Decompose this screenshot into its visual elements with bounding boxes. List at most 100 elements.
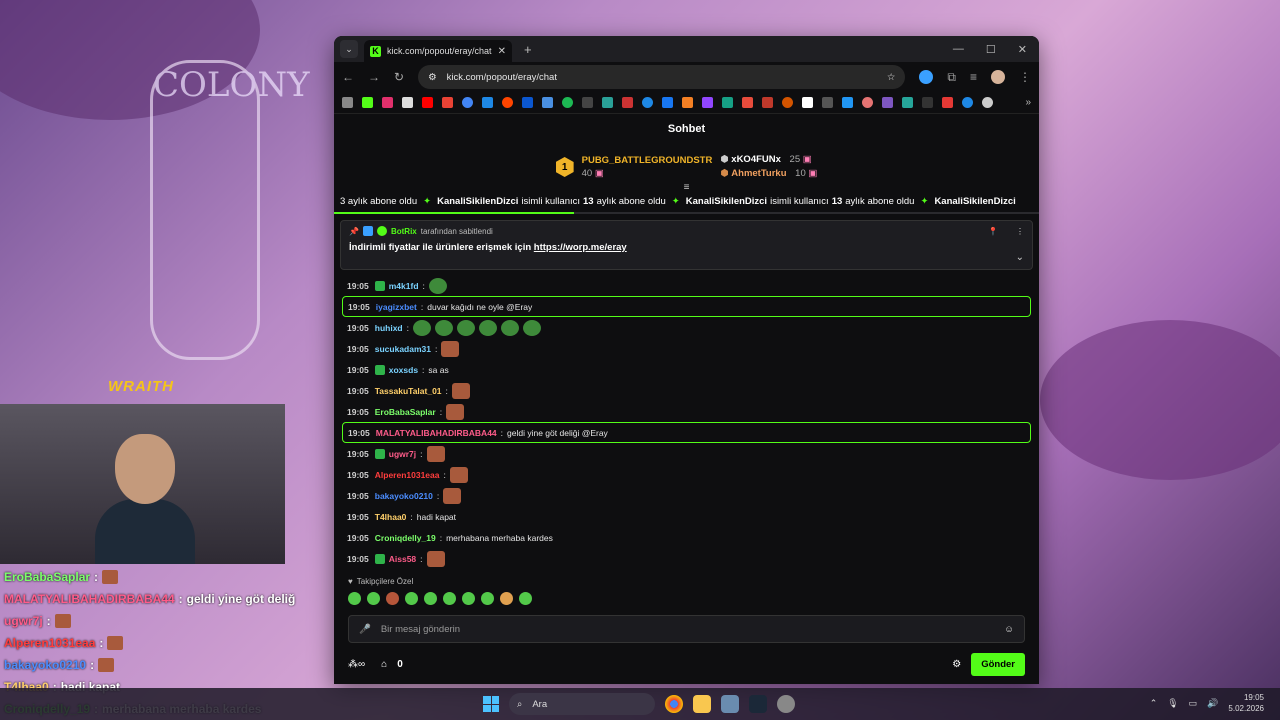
message-username[interactable]: Croniqdelly_19 xyxy=(375,533,436,543)
microphone-tray-icon[interactable]: 🎙 xyxy=(1167,698,1178,709)
app-icon[interactable] xyxy=(721,695,739,713)
leaderboard-second[interactable]: ⬢ xKO4FUNx 25 ▣ xyxy=(720,153,817,167)
emote-icon[interactable] xyxy=(443,592,456,605)
reload-icon[interactable]: ↻ xyxy=(394,70,404,84)
pinned-link[interactable]: https://worp.me/eray xyxy=(534,242,627,253)
bookmark-site-icon[interactable] xyxy=(962,97,973,108)
chat-input[interactable]: 🎤 Bir mesaj gönderin ☺ xyxy=(348,615,1025,643)
bookmark-spotify-icon[interactable] xyxy=(562,97,573,108)
address-bar[interactable]: ⚙ kick.com/popout/eray/chat ☆ xyxy=(418,65,906,89)
bookmark-site-icon[interactable] xyxy=(742,97,753,108)
emote-icon[interactable] xyxy=(519,592,532,605)
bookmark-site-icon[interactable] xyxy=(882,97,893,108)
bookmark-site-icon[interactable] xyxy=(482,97,493,108)
volume-icon[interactable]: 🔊 xyxy=(1207,698,1218,709)
app-icon[interactable] xyxy=(777,695,795,713)
pinned-by-user[interactable]: BotRix xyxy=(391,227,417,236)
bookmark-gmail-icon[interactable] xyxy=(442,97,453,108)
pinned-menu-icon[interactable]: ⋮ xyxy=(1016,227,1024,236)
bookmark-youtube-icon[interactable] xyxy=(422,97,433,108)
emote-icon[interactable] xyxy=(348,592,361,605)
bookmark-site-icon[interactable] xyxy=(762,97,773,108)
ticker-username[interactable]: KanaliSikilenDizci xyxy=(686,196,767,207)
emote-icon[interactable] xyxy=(405,592,418,605)
tray-chevron-icon[interactable]: ⌃ xyxy=(1150,698,1158,709)
emote-icon[interactable] xyxy=(386,592,399,605)
message-username[interactable]: Aiss58 xyxy=(389,554,416,564)
maximize-icon[interactable]: ☐ xyxy=(986,43,996,56)
emoji-picker-icon[interactable]: ☺ xyxy=(1004,624,1014,635)
reading-list-icon[interactable]: ≡ xyxy=(970,70,977,84)
message-username[interactable]: EroBabaSaplar xyxy=(375,407,436,417)
bookmark-site-icon[interactable] xyxy=(582,97,593,108)
new-tab-button[interactable]: + xyxy=(524,42,532,57)
close-window-icon[interactable]: ✕ xyxy=(1018,43,1027,56)
bookmark-site-icon[interactable] xyxy=(782,97,793,108)
profile-avatar[interactable] xyxy=(991,70,1005,84)
bookmark-site-icon[interactable] xyxy=(682,97,693,108)
bookmark-site-icon[interactable] xyxy=(622,97,633,108)
message-username[interactable]: bakayoko0210 xyxy=(375,491,433,501)
network-icon[interactable]: ▭ xyxy=(1189,698,1198,709)
bookmark-star-icon[interactable]: ☆ xyxy=(887,72,896,83)
emote-icon[interactable] xyxy=(367,592,380,605)
more-bookmarks-icon[interactable]: » xyxy=(1025,97,1031,108)
bookmark-translate-icon[interactable] xyxy=(542,97,553,108)
taskbar-search[interactable]: ⌕ Ara xyxy=(509,693,655,715)
bookmark-site-icon[interactable] xyxy=(862,97,873,108)
message-username[interactable]: huhixd xyxy=(375,323,403,333)
minimize-icon[interactable]: — xyxy=(953,43,964,56)
bookmark-kick-icon[interactable] xyxy=(362,97,373,108)
bookmark-google-icon[interactable] xyxy=(462,97,473,108)
emote-icon[interactable] xyxy=(500,592,513,605)
bookmark-instagram-icon[interactable] xyxy=(382,97,393,108)
bookmark-site-icon[interactable] xyxy=(982,97,993,108)
ticker-username[interactable]: KanaliSikilenDizci xyxy=(437,196,518,207)
message-username[interactable]: iyagizxbet xyxy=(376,302,417,312)
message-username[interactable]: Alperen1031eaa xyxy=(375,470,440,480)
message-username[interactable]: TassakuTalat_01 xyxy=(375,386,442,396)
forward-icon[interactable]: → xyxy=(368,70,380,84)
start-windows-icon[interactable] xyxy=(483,696,499,712)
bookmark-facebook-icon[interactable] xyxy=(662,97,673,108)
bookmark-site-icon[interactable] xyxy=(602,97,613,108)
close-tab-icon[interactable]: ✕ xyxy=(498,46,506,57)
ticker-username[interactable]: KanaliSikilenDizci xyxy=(934,196,1015,207)
message-username[interactable]: m4k1fd xyxy=(389,281,419,291)
emote-icon[interactable] xyxy=(481,592,494,605)
steam-icon[interactable] xyxy=(749,695,767,713)
send-button[interactable]: Gönder xyxy=(971,653,1025,676)
bookmark-site-icon[interactable] xyxy=(642,97,653,108)
message-username[interactable]: sucukadam31 xyxy=(375,344,431,354)
microphone-icon[interactable]: 🎤 xyxy=(359,624,371,635)
file-explorer-icon[interactable] xyxy=(693,695,711,713)
bookmark-site-icon[interactable] xyxy=(722,97,733,108)
tab-search-button[interactable]: ⌄ xyxy=(340,40,358,58)
message-username[interactable]: ugwr7j xyxy=(389,449,416,459)
bookmark-site-icon[interactable] xyxy=(922,97,933,108)
chrome-icon[interactable] xyxy=(665,695,683,713)
bookmark-site-icon[interactable] xyxy=(902,97,913,108)
settings-gear-icon[interactable]: ⚙ xyxy=(952,659,961,670)
store-icon[interactable]: ⌂ xyxy=(381,659,387,670)
message-username[interactable]: T4lhaa0 xyxy=(375,512,407,522)
bookmark-site-icon[interactable] xyxy=(822,97,833,108)
bookmark-site-icon[interactable] xyxy=(522,97,533,108)
bookmark-x-icon[interactable] xyxy=(402,97,413,108)
bookmark-reddit-icon[interactable] xyxy=(502,97,513,108)
bookmark-site-icon[interactable] xyxy=(942,97,953,108)
channel-points-icon[interactable]: ⁂∞ xyxy=(348,659,365,670)
unpin-icon[interactable]: 📍 xyxy=(988,227,998,236)
apps-grid-icon[interactable] xyxy=(342,97,353,108)
expand-pinned-icon[interactable]: ⌄ xyxy=(1016,252,1024,263)
message-username[interactable]: MALATYALIBAHADIRBABA44 xyxy=(376,428,497,438)
clock[interactable]: 19:05 5.02.2026 xyxy=(1228,692,1264,714)
back-icon[interactable]: ← xyxy=(342,70,354,84)
bookmark-site-icon[interactable] xyxy=(802,97,813,108)
message-username[interactable]: xoxsds xyxy=(389,365,418,375)
emote-icon[interactable] xyxy=(424,592,437,605)
leaderboard-first[interactable]: PUBG_BATTLEGROUNDSTR 40 ▣ xyxy=(582,154,713,180)
extensions-puzzle-icon[interactable]: ⧉ xyxy=(947,70,956,85)
menu-kebab-icon[interactable]: ⋮ xyxy=(1019,70,1031,84)
bookmark-site-icon[interactable] xyxy=(842,97,853,108)
